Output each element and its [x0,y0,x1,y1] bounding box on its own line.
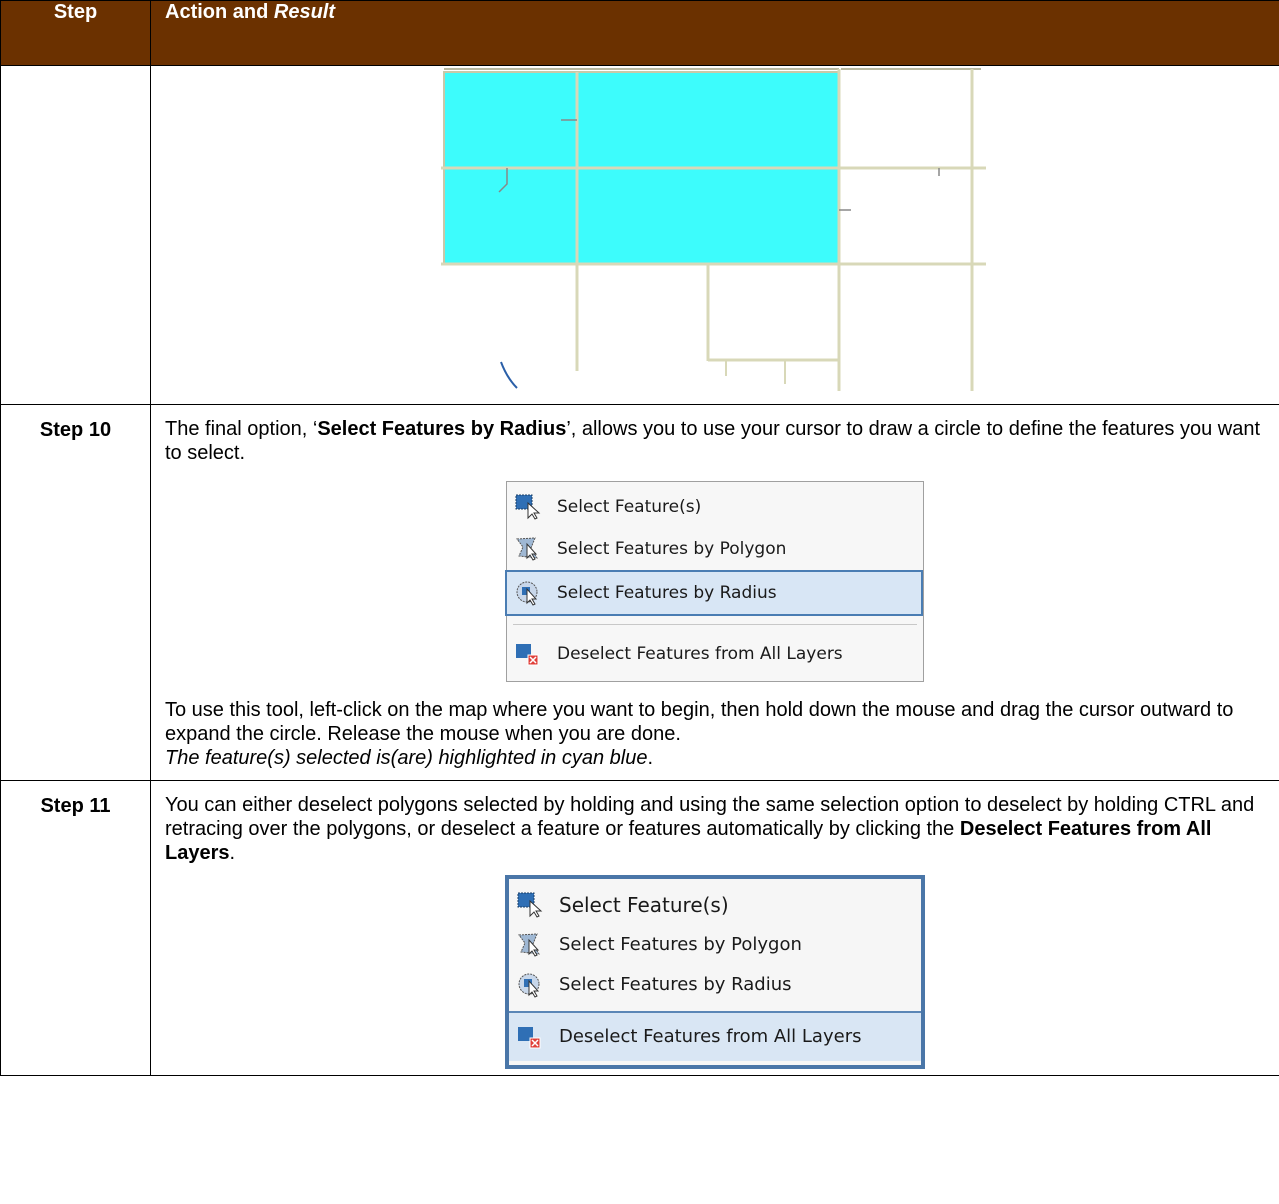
step-11-label: Step 11 [0,780,151,1076]
step-11-intro: You can either deselect polygons selecte… [165,794,1255,864]
step-10-option-name: Select Features by Radius [317,418,567,440]
table-header: Step Action and Result [0,0,1279,66]
step-10-row: Step 10 The final option, ‘Select Featur… [0,404,1279,781]
step-11-row: Step 11 You can either deselect polygons… [0,780,1279,1076]
menu2-item-deselect-all[interactable]: Deselect Features from All Layers [509,1013,921,1061]
deselect-icon [518,1027,541,1049]
step-10-intro: The final option, ‘Select Features by Ra… [165,418,1260,464]
menu2-item-select-by-polygon[interactable]: Select Features by Polygon [509,925,921,965]
menu-item-select-by-polygon[interactable]: Select Features by Polygon [507,528,923,570]
step-11-action: You can either deselect polygons selecte… [150,780,1279,1076]
header-result-text: Result [273,1,336,23]
map-row [0,65,1279,405]
header-action: Action and Result [150,0,1279,66]
select-radius-icon [518,973,540,998]
menu-item-deselect-all[interactable]: Deselect Features from All Layers [507,633,923,675]
menu2-item-select-features[interactable]: Select Feature(s) [509,885,921,925]
select-feature-icon [515,494,541,520]
empty-step-cell [0,65,151,405]
menu-item-select-by-radius[interactable]: Select Features by Radius [505,570,923,616]
map-result-cell [150,65,1279,405]
step-10-body: To use this tool, left-click on the map … [165,699,1234,745]
menu2-item-select-by-radius[interactable]: Select Features by Radius [509,965,921,1005]
step-10-action: The final option, ‘Select Features by Ra… [150,404,1279,781]
select-polygon-icon [516,537,538,561]
select-feature-icon [517,892,543,918]
menu-item-select-features[interactable]: Select Feature(s) [507,486,923,528]
map-image [441,66,991,404]
step-10-label: Step 10 [0,404,151,781]
selection-menu-2: Select Feature(s) Select Features by Pol… [505,875,925,1069]
selection-menu: Select Feature(s) Select Features by Pol… [505,481,924,682]
map-svg [441,68,986,391]
select-polygon-icon [518,933,540,957]
step-10-result: The feature(s) selected is(are) highligh… [165,747,654,769]
steps-table: Step Action and Result Step 10 The final… [0,0,1279,1076]
select-radius-icon [516,581,538,606]
menu-separator [513,624,917,625]
deselect-icon [516,644,539,666]
header-step: Step [0,0,151,66]
header-action-text: Action and [165,1,274,23]
